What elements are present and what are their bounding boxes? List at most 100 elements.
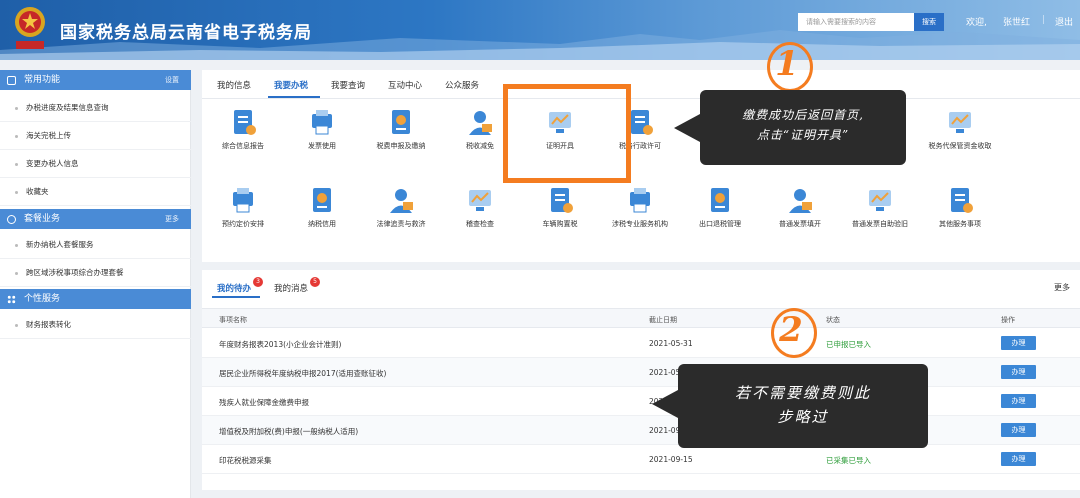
header-banner: 国家税务总局云南省电子税务局 请输入需要搜索的内容 搜索 欢迎, 张世红 | 退… xyxy=(0,0,1080,60)
sidebar-item[interactable]: 海关完税上传 xyxy=(0,122,191,150)
service-label: 涉税专业服务机构 xyxy=(612,220,668,228)
service-label: 其他服务事项 xyxy=(939,220,981,228)
sidebar-settings-link[interactable]: 设置 xyxy=(165,70,179,90)
invoice-check-icon xyxy=(869,190,891,211)
step-marker-1: 1 xyxy=(767,42,813,92)
service-item[interactable]: 车辆购置税 xyxy=(520,186,600,246)
row-status: 已申报已导入 xyxy=(826,340,871,349)
callout-step-2: 若不需要缴费则此 步略过 xyxy=(652,364,928,448)
common-functions-icon xyxy=(7,76,16,85)
table-header: 事项名称 截止日期 状态 操作 xyxy=(202,308,1080,328)
service-item[interactable]: 普通发票填开 xyxy=(760,186,840,246)
row-name[interactable]: 年度财务报表2013(小企业会计准则) xyxy=(219,339,341,350)
table-row: 居民企业所得税年度纳税申报2017(适用查账征收) 2021-05-31 已申报… xyxy=(202,358,1080,387)
table-row: 印花税税源采集 2021-09-15 已采集已导入 办理 xyxy=(202,445,1080,474)
col-name: 事项名称 xyxy=(219,316,247,324)
sidebar-section-title: 常用功能 xyxy=(24,75,61,85)
service-item[interactable]: 税费申报及缴纳 xyxy=(361,108,441,168)
sidebar-section-title: 套餐业务 xyxy=(24,214,61,224)
handle-button[interactable]: 办理 xyxy=(1001,423,1036,437)
service-item[interactable]: 稽查检查 xyxy=(440,186,520,246)
service-item[interactable]: 其他服务事项 xyxy=(920,186,1000,246)
row-name[interactable]: 印花税税源采集 xyxy=(219,455,272,466)
service-label: 出口退税管理 xyxy=(699,220,741,228)
header-separator: | xyxy=(1042,15,1046,25)
service-agency-icon xyxy=(630,188,650,213)
search-input[interactable]: 请输入需要搜索的内容 xyxy=(798,13,914,31)
service-label: 税务代保管资金收取 xyxy=(928,142,992,150)
tab-public-service[interactable]: 公众服务 xyxy=(445,79,479,91)
sidebar-item[interactable]: 新办纳税人套餐服务 xyxy=(0,231,191,259)
export-refund-icon xyxy=(711,188,729,212)
tab-my-messages[interactable]: 我的消息 xyxy=(274,282,308,294)
sidebar-more-link[interactable]: 更多 xyxy=(165,209,179,229)
personal-service-icon xyxy=(7,295,16,304)
pricing-arrangement-icon xyxy=(233,188,253,213)
logout-link[interactable]: 退出 xyxy=(1055,15,1073,28)
service-label: 预约定价安排 xyxy=(222,220,264,228)
row-status: 已采集已导入 xyxy=(826,456,871,465)
service-label: 普通发票自助验旧 xyxy=(852,220,908,228)
user-name[interactable]: 张世红 xyxy=(1003,15,1030,28)
row-date: 2021-09-15 xyxy=(649,455,693,464)
row-name[interactable]: 居民企业所得税年度纳税申报2017(适用查账征收) xyxy=(219,368,386,379)
service-label: 纳税信用 xyxy=(308,220,336,228)
todo-count-badge: 3 xyxy=(253,277,263,287)
tax-emblem-icon xyxy=(15,7,45,49)
callout-step-1: 缴费成功后返回首页, 点击“证明开具” xyxy=(674,90,906,165)
more-link[interactable]: 更多 xyxy=(1054,282,1070,293)
tab-query[interactable]: 我要查询 xyxy=(331,79,365,91)
other-services-icon xyxy=(951,188,973,213)
tab-my-todo[interactable]: 我的待办 xyxy=(217,282,251,294)
callout-1-line-1: 缴费成功后返回首页, xyxy=(742,108,864,122)
sidebar-item[interactable]: 财务报表转化 xyxy=(0,311,191,339)
sidebar-item[interactable]: 收藏夹 xyxy=(0,178,191,206)
sidebar-section-package[interactable]: 套餐业务 更多 xyxy=(0,209,191,229)
col-date: 截止日期 xyxy=(649,316,677,324)
message-count-badge: 5 xyxy=(310,277,320,287)
tab-interaction[interactable]: 互动中心 xyxy=(388,79,422,91)
row-name[interactable]: 增值税及附加税(费)申报(一般纳税人适用) xyxy=(219,426,358,437)
callout-2-line-1: 若不需要缴费则此 xyxy=(734,384,871,402)
info-report-icon xyxy=(234,110,256,135)
search-button[interactable]: 搜索 xyxy=(914,13,944,31)
table-row: 残疾人就业保障金缴费申报 2021-11-30 办理 xyxy=(202,387,1080,416)
service-item[interactable]: 出口退税管理 xyxy=(680,186,760,246)
sidebar-section-personal[interactable]: 个性服务 xyxy=(0,289,191,309)
tab-my-info[interactable]: 我的信息 xyxy=(217,79,251,91)
active-tab-indicator xyxy=(268,96,320,98)
sidebar-section-title: 个性服务 xyxy=(24,294,61,304)
table-row: 增值税及附加税(费)申报(一般纳税人适用) 2021-09-15 未申报 办理 xyxy=(202,416,1080,445)
sidebar-item[interactable]: 变更办税人信息 xyxy=(0,150,191,178)
handle-button[interactable]: 办理 xyxy=(1001,365,1036,379)
vehicle-tax-icon xyxy=(551,188,573,213)
handle-button[interactable]: 办理 xyxy=(1001,452,1036,466)
handle-button[interactable]: 办理 xyxy=(1001,336,1036,350)
service-item[interactable]: 涉税专业服务机构 xyxy=(600,186,680,246)
site-title: 国家税务总局云南省电子税务局 xyxy=(60,23,312,43)
handle-button[interactable]: 办理 xyxy=(1001,394,1036,408)
tax-reduction-icon xyxy=(469,111,492,135)
step-marker-2: 2 xyxy=(771,308,817,358)
service-label: 发票使用 xyxy=(308,142,336,150)
highlight-box-certificate xyxy=(503,84,631,183)
sidebar-section-common[interactable]: 常用功能 设置 xyxy=(0,70,191,90)
service-label: 税费申报及缴纳 xyxy=(376,142,426,150)
sidebar-item[interactable]: 跨区域涉税事项综合办理套餐 xyxy=(0,259,191,287)
service-item[interactable]: 税务代保管资金收取 xyxy=(920,108,1000,168)
tab-tax-handling[interactable]: 我要办税 xyxy=(274,79,308,91)
service-item[interactable]: 预约定价安排 xyxy=(203,186,283,246)
service-item[interactable]: 综合信息报告 xyxy=(203,108,283,168)
fund-custody-icon xyxy=(949,112,971,133)
tax-declaration-icon xyxy=(392,110,410,134)
service-item[interactable]: 发票使用 xyxy=(282,108,362,168)
sidebar-item[interactable]: 办税进度及结果信息查询 xyxy=(0,94,191,122)
invoice-issue-icon xyxy=(789,189,812,213)
service-item[interactable]: 法律追责与救济 xyxy=(361,186,441,246)
row-name[interactable]: 残疾人就业保障金缴费申报 xyxy=(219,397,309,408)
col-status: 状态 xyxy=(826,316,840,324)
service-item[interactable]: 普通发票自助验旧 xyxy=(840,186,920,246)
active-todo-tab-indicator xyxy=(212,296,260,298)
welcome-text: 欢迎, xyxy=(966,18,987,28)
service-item[interactable]: 纳税信用 xyxy=(282,186,362,246)
